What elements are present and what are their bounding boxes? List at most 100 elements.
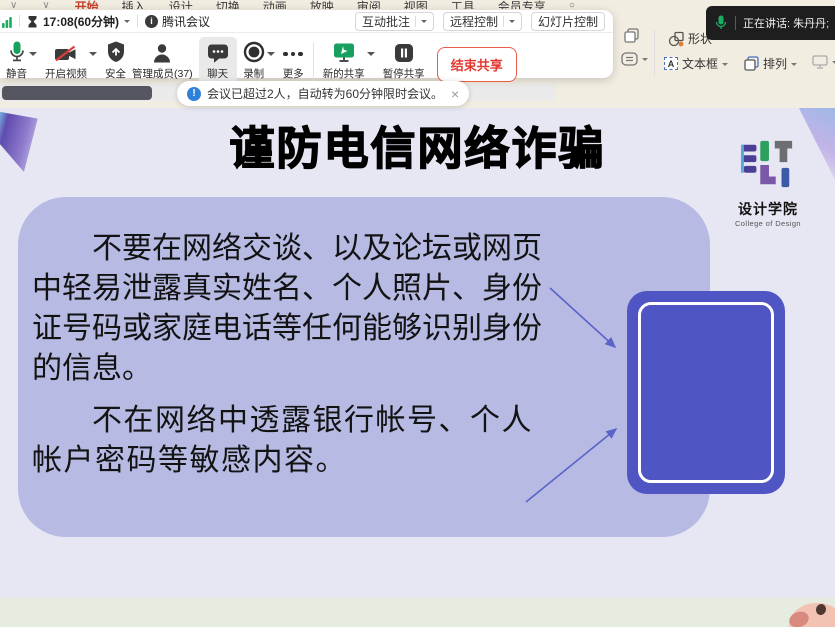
quick-access-caret-icon[interactable]: ∨ xyxy=(42,0,49,9)
mute-button[interactable]: 静音 xyxy=(6,37,27,81)
chevron-down-icon xyxy=(791,63,797,69)
annotate-button[interactable]: 互动批注 xyxy=(355,12,434,31)
pause-share-label: 暂停共享 xyxy=(383,66,425,81)
select-tool[interactable] xyxy=(621,52,648,66)
meeting-toolbar-bottom-row: 静音 开启视频 安全 管理成员(37) 聊天 录制 更多 xyxy=(0,33,613,84)
annotate-label: 互动批注 xyxy=(362,13,410,30)
image-placeholder-border xyxy=(638,302,774,483)
record-label: 录制 xyxy=(243,66,264,81)
divider xyxy=(19,15,20,27)
end-share-button[interactable]: 结束共享 xyxy=(437,47,517,82)
speaking-text: 正在讲话: 朱丹丹; xyxy=(743,15,829,31)
remote-control-label: 远程控制 xyxy=(450,13,498,30)
app-name: 腾讯会议 xyxy=(162,13,210,30)
textbox-label: 文本框 xyxy=(682,55,718,72)
image-placeholder xyxy=(627,291,785,494)
record-icon xyxy=(243,41,265,63)
chevron-down-icon[interactable] xyxy=(124,20,130,26)
tab-insert[interactable]: 插入 xyxy=(122,0,146,9)
search-icon[interactable]: ○ xyxy=(569,0,575,9)
meeting-timer: 17:08(60分钟) xyxy=(43,13,119,30)
tab-slideshow[interactable]: 放映 xyxy=(310,0,334,9)
info-icon: ! xyxy=(187,87,201,101)
arrange-tool[interactable]: 排列 xyxy=(744,55,797,72)
chevron-down-icon[interactable] xyxy=(89,52,97,60)
tab-tools[interactable]: 工具 xyxy=(451,0,475,9)
chevron-down-icon[interactable] xyxy=(367,52,375,60)
more-button[interactable]: 更多 xyxy=(283,37,304,81)
screen-share-icon xyxy=(332,42,356,63)
chevron-down-icon[interactable] xyxy=(509,20,515,26)
college-logo: 设计学院 College of Design xyxy=(720,136,816,228)
tab-animation[interactable]: 动画 xyxy=(263,0,287,9)
camera-off-icon xyxy=(54,45,78,63)
monitor-tool[interactable] xyxy=(812,55,835,69)
info-icon[interactable]: i xyxy=(145,15,158,28)
pause-share-button[interactable]: 暂停共享 xyxy=(383,37,425,81)
slide-canvas[interactable]: 谨防电信网络诈骗 设计学院 College of Design 不要在网络交谈、… xyxy=(0,108,835,598)
slide-thumbnail-strip xyxy=(2,86,152,100)
textbox-icon: A xyxy=(664,57,678,70)
chat-icon xyxy=(207,43,229,63)
quick-access-icon[interactable]: ∨ xyxy=(10,0,17,9)
meeting-notification: ! 会议已超过2人，自动转为60分钟限时会议。 × xyxy=(177,81,469,106)
logo-title: 设计学院 xyxy=(720,199,816,219)
tab-member[interactable]: 会员专享 xyxy=(498,0,546,9)
tab-transition[interactable]: 切换 xyxy=(216,0,240,9)
monitor-icon xyxy=(812,55,828,69)
chevron-down-icon xyxy=(642,58,648,64)
textbox-tool[interactable]: A 文本框 xyxy=(664,55,728,72)
ribbon-divider xyxy=(654,30,655,76)
toolbar-divider xyxy=(313,42,314,84)
tab-design[interactable]: 设计 xyxy=(169,0,193,9)
divider xyxy=(137,15,138,27)
microphone-icon xyxy=(8,41,26,63)
arrange-label: 排列 xyxy=(763,55,787,72)
speaking-banner: 正在讲话: 朱丹丹; xyxy=(706,6,835,40)
tab-view[interactable]: 视图 xyxy=(404,0,428,9)
chevron-down-icon[interactable] xyxy=(29,52,37,60)
members-icon xyxy=(152,43,172,63)
slide-control-button[interactable]: 幻灯片控制 xyxy=(531,12,605,31)
divider xyxy=(735,16,736,30)
tab-review[interactable]: 审阅 xyxy=(357,0,381,9)
chevron-down-icon xyxy=(722,63,728,69)
more-label: 更多 xyxy=(283,66,304,81)
meeting-toolbar-top-row: 17:08(60分钟) i 腾讯会议 互动批注 远程控制 幻灯片控制 xyxy=(0,10,613,33)
chevron-down-icon[interactable] xyxy=(267,52,275,60)
new-share-button[interactable]: 新的共享 xyxy=(323,37,365,81)
pause-icon xyxy=(394,43,414,63)
meeting-toolbar: 17:08(60分钟) i 腾讯会议 互动批注 远程控制 幻灯片控制 静音 开启… xyxy=(0,10,613,78)
start-video-button[interactable]: 开启视频 xyxy=(45,37,87,81)
remote-control-button[interactable]: 远程控制 xyxy=(443,12,522,31)
hourglass-icon xyxy=(27,15,38,28)
security-label: 安全 xyxy=(105,66,126,81)
mute-label: 静音 xyxy=(6,66,27,81)
paragraph-privacy: 不要在网络交谈、以及论坛或网页中轻易泄露真实姓名、个人照片、身份证号码或家庭电话… xyxy=(32,229,548,389)
shapes-icon xyxy=(668,31,684,47)
close-icon[interactable]: × xyxy=(451,86,459,102)
slide-control-label: 幻灯片控制 xyxy=(538,13,598,30)
chevron-down-icon[interactable] xyxy=(421,20,427,26)
divider xyxy=(503,16,504,27)
chat-button[interactable]: 聊天 xyxy=(199,37,237,84)
security-button[interactable]: 安全 xyxy=(105,37,126,81)
logo-subtitle: College of Design xyxy=(720,219,816,228)
layers-icon xyxy=(624,28,639,43)
record-button[interactable]: 录制 xyxy=(243,37,265,81)
start-video-label: 开启视频 xyxy=(45,66,87,81)
tab-home[interactable]: 开始 xyxy=(75,0,99,9)
manage-members-button[interactable]: 管理成员(37) xyxy=(132,37,193,81)
copy-style-icon[interactable] xyxy=(624,28,639,43)
signal-icon xyxy=(2,15,12,28)
logo-mark-icon xyxy=(740,136,796,192)
shield-icon xyxy=(106,41,126,63)
notification-text: 会议已超过2人，自动转为60分钟限时会议。 xyxy=(207,85,443,102)
divider xyxy=(415,16,416,27)
arrange-icon xyxy=(744,56,759,71)
microphone-icon xyxy=(715,15,727,31)
desktop-strip xyxy=(0,598,835,627)
new-share-label: 新的共享 xyxy=(323,66,365,81)
paragraph-bank: 不在网络中透露银行帐号、个人帐户密码等敏感内容。 xyxy=(32,401,548,481)
slide-title: 谨防电信网络诈骗 xyxy=(0,112,835,177)
